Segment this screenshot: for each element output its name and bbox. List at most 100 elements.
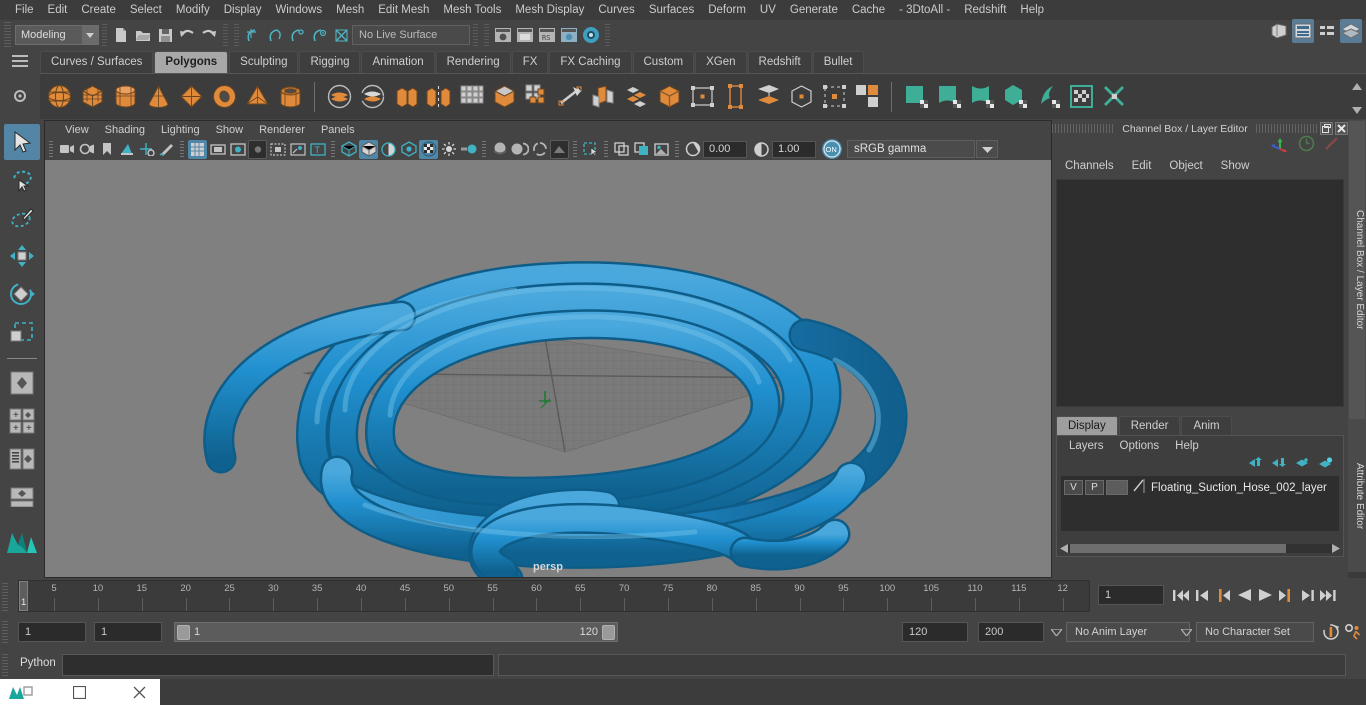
viewport-3d-canvas[interactable]: persp [45,160,1051,577]
menu-select[interactable]: Select [123,1,169,19]
viewport-toolbar-handle-4[interactable] [482,141,486,157]
uv-cylinder-map-icon[interactable] [934,81,964,113]
polygon-extrude-icon[interactable] [489,81,519,113]
slash-gizmo-icon[interactable] [1323,135,1340,157]
toolbar-handle-3[interactable] [234,24,239,46]
new-layer-from-selected-icon[interactable] [1318,456,1333,474]
shelf-options-gear-icon[interactable] [12,88,28,109]
color-management-field[interactable]: sRGB gamma [847,140,975,158]
uv-checker-icon[interactable] [852,81,882,113]
show-hide-modeling-toolkit-icon[interactable] [1268,19,1290,43]
move-layer-down-icon[interactable] [1272,456,1287,474]
xray-joints-icon[interactable] [288,140,307,159]
viewport-menu-lighting[interactable]: Lighting [153,123,208,137]
menu-uv[interactable]: UV [753,1,783,19]
range-slider-track[interactable]: 1 120 [174,622,618,642]
menu-mesh-display[interactable]: Mesh Display [508,1,591,19]
uv-sphere-map-icon[interactable] [967,81,997,113]
layer-menu-layers[interactable]: Layers [1061,439,1112,453]
menu-curves[interactable]: Curves [591,1,641,19]
select-tool[interactable] [4,124,40,160]
maya-app-icon[interactable] [0,679,40,705]
grid-toggle-icon[interactable] [188,139,207,159]
viewport-toolbar-handle-2[interactable] [180,141,184,157]
polygon-cylinder-icon[interactable] [110,81,140,113]
paste-view-icon[interactable] [632,140,651,159]
auto-keyframe-icon[interactable] [1320,622,1342,642]
hypershade-icon[interactable] [558,24,580,46]
time-slider-handle[interactable] [2,583,8,613]
go-to-start-icon[interactable] [1172,583,1190,607]
channel-box-menu-object[interactable]: Object [1160,158,1211,174]
layer-color-swatch-icon[interactable] [1132,478,1145,498]
new-layer-icon[interactable] [1295,456,1310,474]
grease-pencil-icon[interactable] [157,140,176,159]
channel-box-menu-channels[interactable]: Channels [1056,158,1123,174]
exposure-icon[interactable] [683,140,702,159]
uv-automatic-icon[interactable] [786,81,816,113]
use-all-lights-icon[interactable] [399,140,418,159]
toolbar-handle-6[interactable] [605,24,610,46]
shelf-tab-polygons[interactable]: Polygons [154,51,229,73]
character-set-select[interactable]: No Character Set [1196,622,1314,642]
snap-to-grid-icon[interactable] [242,24,264,46]
select-camera-icon[interactable] [57,140,76,159]
scroll-right-arrow-icon[interactable] [1332,540,1340,558]
shelf-tab-rendering[interactable]: Rendering [435,51,511,73]
polygon-bevel-icon[interactable] [522,81,552,113]
rotate-tool[interactable] [4,276,40,312]
menu-windows[interactable]: Windows [268,1,329,19]
uv-cut-sew-icon[interactable] [1099,81,1129,113]
viewport-toolbar-handle-3[interactable] [331,141,335,157]
2d-pan-zoom-icon[interactable] [137,140,156,159]
layer-list[interactable]: V P Floating_Suction_Hose_002_layer [1061,476,1339,531]
vtab-attribute-editor[interactable]: Attribute Editor [1348,420,1366,572]
show-hide-attribute-editor-icon[interactable] [1292,19,1314,43]
xray-icon[interactable] [510,140,529,159]
range-start-time-field[interactable]: 1 [94,622,162,642]
menu-redshift[interactable]: Redshift [957,1,1013,19]
shelf-scroll-down-icon[interactable] [1352,101,1362,119]
camera-attributes-icon[interactable] [77,140,96,159]
menu-display[interactable]: Display [217,1,269,19]
viewport-toolbar-handle-7[interactable] [675,141,679,157]
panel-drag-handle-left[interactable] [1052,124,1115,133]
smooth-shade-all-icon[interactable] [359,139,378,159]
panel-drag-handle-right[interactable] [1255,124,1318,133]
command-language-label[interactable]: Python [20,657,56,669]
shelf-tab-xgen[interactable]: XGen [695,51,747,73]
step-back-frame-icon[interactable] [1214,583,1232,607]
anim-end-time-field[interactable]: 200 [978,622,1044,642]
layer-menu-options[interactable]: Options [1112,439,1168,453]
status-line-handle[interactable] [4,22,11,48]
layer-visibility-toggle[interactable]: V [1064,480,1083,495]
open-scene-icon[interactable] [132,24,154,46]
show-hide-tool-settings-icon[interactable] [1316,19,1338,43]
layer-tab-anim[interactable]: Anim [1181,416,1232,435]
toolbar-handle-2[interactable] [223,24,228,46]
anim-start-time-field[interactable]: 1 [18,622,86,642]
new-scene-icon[interactable] [110,24,132,46]
film-gate-icon[interactable] [208,140,227,159]
layer-playback-toggle[interactable]: P [1085,480,1104,495]
uv-unfold-icon[interactable] [819,81,849,113]
gate-mask-icon[interactable] [248,139,267,159]
polygon-cube-icon[interactable] [77,81,107,113]
layer-row[interactable]: V P Floating_Suction_Hose_002_layer [1064,478,1336,498]
snapshot-view-icon[interactable] [652,140,671,159]
range-end-handle[interactable] [602,624,615,640]
command-input[interactable] [62,654,494,676]
menu-create[interactable]: Create [74,1,123,19]
viewport-menu-renderer[interactable]: Renderer [251,123,313,137]
menu-mesh-tools[interactable]: Mesh Tools [436,1,508,19]
shelf-tab-rigging[interactable]: Rigging [299,51,361,73]
gamma-icon[interactable] [752,140,771,159]
polygon-boolean-difference-icon[interactable] [357,81,387,113]
restore-window-icon[interactable] [40,685,118,699]
toolbar-handle-5[interactable] [484,24,489,46]
shelf-scroll-up-icon[interactable] [1352,77,1362,95]
play-backwards-icon[interactable] [1235,583,1253,607]
menu-mesh[interactable]: Mesh [329,1,371,19]
gamma-field[interactable]: 1.00 [772,140,816,158]
save-scene-icon[interactable] [154,24,176,46]
